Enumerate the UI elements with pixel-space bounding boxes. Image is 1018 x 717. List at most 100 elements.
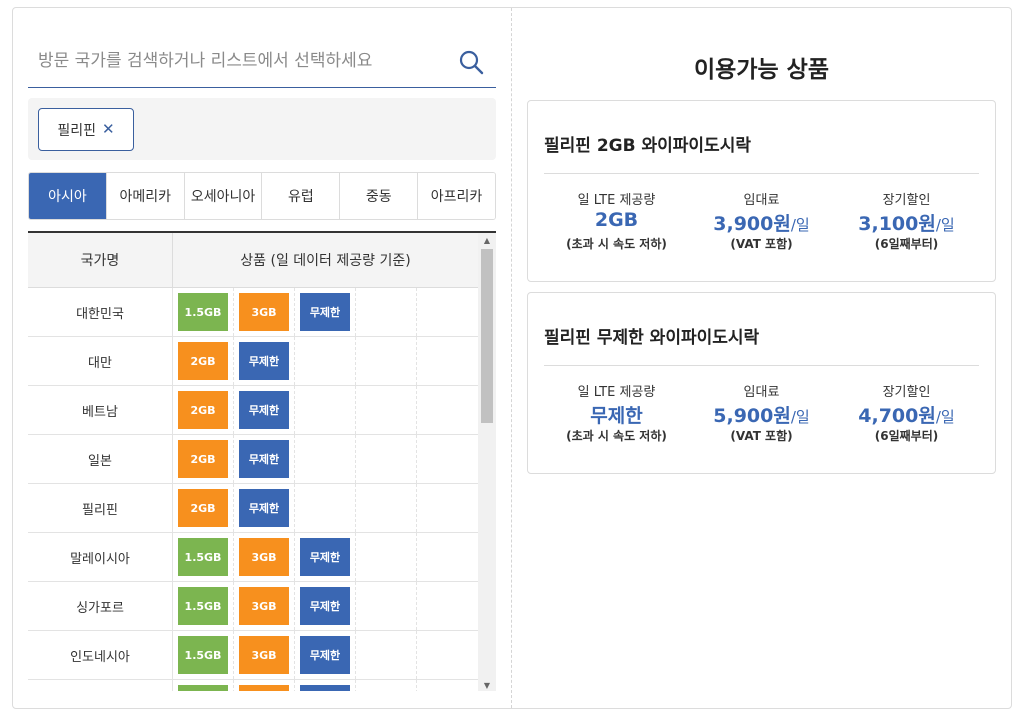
tab-middle-east[interactable]: 중동 (339, 173, 418, 219)
product-slot: 1.5GB (173, 631, 234, 679)
scroll-down-icon[interactable]: ▼ (478, 681, 496, 690)
tab-asia[interactable]: 아시아 (29, 173, 106, 219)
product-badge[interactable]: 2GB (178, 391, 228, 429)
selected-countries: 필리핀 ✕ (28, 98, 496, 160)
product-slot (295, 386, 356, 434)
product-name: 필리핀 2GB 와이파이도시락 (544, 136, 751, 156)
product-badge[interactable]: 무제한 (239, 342, 289, 380)
rent-label: 임대료 (743, 385, 780, 400)
long-term-discount: 장기할인 4,700원/일 (6일째부터) (834, 381, 979, 444)
tab-america[interactable]: 아메리카 (105, 173, 184, 219)
long-term-discount: 장기할인 3,100원/일 (6일째부터) (834, 189, 979, 252)
product-cells: 1.5GB 3GB 무제한 (173, 533, 478, 581)
product-slot: 1.5GB (173, 288, 234, 336)
product-badge[interactable]: 2GB (178, 342, 228, 380)
tab-europe[interactable]: 유럽 (261, 173, 340, 219)
product-slot: 3GB (234, 288, 295, 336)
product-badge[interactable]: 1.5GB (178, 538, 228, 576)
product-badge[interactable] (300, 685, 350, 691)
table-scrollbar[interactable]: ▲ ▼ (478, 233, 496, 691)
product-badge[interactable]: 무제한 (300, 293, 350, 331)
tab-africa[interactable]: 아프리카 (417, 173, 495, 219)
search-input[interactable] (28, 40, 448, 82)
product-badge[interactable]: 2GB (178, 489, 228, 527)
product-badge[interactable]: 3GB (239, 587, 289, 625)
close-icon[interactable]: ✕ (102, 122, 115, 137)
product-slot: 무제한 (295, 288, 356, 336)
country-name[interactable] (28, 680, 173, 691)
product-badge[interactable]: 3GB (239, 293, 289, 331)
product-badge[interactable]: 무제한 (239, 391, 289, 429)
data-value: 2GB (594, 209, 639, 231)
product-badge[interactable]: 무제한 (239, 489, 289, 527)
data-note: (초과 시 속도 저하) (566, 237, 667, 251)
country-name[interactable]: 대만 (28, 337, 173, 385)
product-slot: 무제한 (234, 337, 295, 385)
country-name[interactable]: 필리핀 (28, 484, 173, 532)
table-row[interactable]: 싱가포르 1.5GB 3GB 무제한 (28, 582, 478, 631)
region-tabs: 아시아 아메리카 오세아니아 유럽 중동 아프리카 (28, 172, 496, 220)
product-badge[interactable]: 3GB (239, 636, 289, 674)
product-cells (173, 680, 478, 691)
product-cells: 1.5GB 3GB 무제한 (173, 582, 478, 630)
product-badge[interactable]: 1.5GB (178, 636, 228, 674)
rent-value: 3,900원 (713, 213, 791, 235)
product-slot (356, 582, 417, 630)
scroll-up-icon[interactable]: ▲ (478, 236, 496, 245)
product-slot: 무제한 (234, 386, 295, 434)
table-row[interactable] (28, 680, 478, 691)
product-cells: 1.5GB 3GB 무제한 (173, 288, 478, 336)
table-row[interactable]: 대한민국 1.5GB 3GB 무제한 (28, 288, 478, 337)
table-row[interactable]: 필리핀 2GB 무제한 (28, 484, 478, 533)
country-name[interactable]: 인도네시아 (28, 631, 173, 679)
discount-value: 3,100원 (858, 213, 936, 235)
scroll-thumb[interactable] (481, 249, 493, 423)
product-badge[interactable]: 1.5GB (178, 587, 228, 625)
rent-unit: /일 (790, 216, 810, 234)
product-card[interactable]: 필리핀 무제한 와이파이도시락 일 LTE 제공량 무제한 (초과 시 속도 저… (527, 292, 996, 474)
product-badge[interactable]: 2GB (178, 440, 228, 478)
data-note: (초과 시 속도 저하) (566, 429, 667, 443)
product-slot: 3GB (234, 631, 295, 679)
country-name[interactable]: 일본 (28, 435, 173, 483)
product-badge[interactable]: 무제한 (300, 587, 350, 625)
product-badge[interactable]: 무제한 (300, 538, 350, 576)
product-slot: 무제한 (295, 582, 356, 630)
country-name[interactable]: 베트남 (28, 386, 173, 434)
product-slot: 무제한 (295, 631, 356, 679)
tab-oceania[interactable]: 오세아니아 (183, 173, 262, 219)
search-icon[interactable] (458, 49, 484, 75)
product-cells: 2GB 무제한 (173, 386, 478, 434)
header-product: 상품 (일 데이터 제공량 기준) (240, 253, 411, 269)
product-slot (234, 680, 295, 691)
product-cells: 2GB 무제한 (173, 435, 478, 483)
product-slot: 무제한 (234, 435, 295, 483)
product-slot (356, 386, 417, 434)
product-badge[interactable] (239, 685, 289, 691)
product-card[interactable]: 필리핀 2GB 와이파이도시락 일 LTE 제공량 2GB (초과 시 속도 저… (527, 100, 996, 282)
tag-label: 필리핀 (57, 122, 97, 139)
product-badge[interactable]: 무제한 (239, 440, 289, 478)
product-badge[interactable]: 1.5GB (178, 293, 228, 331)
product-slot (356, 484, 417, 532)
table-row[interactable]: 대만 2GB 무제한 (28, 337, 478, 386)
country-name[interactable]: 싱가포르 (28, 582, 173, 630)
table-row[interactable]: 말레이시아 1.5GB 3GB 무제한 (28, 533, 478, 582)
table-row[interactable]: 베트남 2GB 무제한 (28, 386, 478, 435)
country-name[interactable]: 대한민국 (28, 288, 173, 336)
discount-label: 장기할인 (882, 193, 931, 208)
rent-note: (VAT 포함) (730, 237, 793, 251)
product-slot: 1.5GB (173, 533, 234, 581)
table-row[interactable]: 일본 2GB 무제한 (28, 435, 478, 484)
table-row[interactable]: 인도네시아 1.5GB 3GB 무제한 (28, 631, 478, 680)
product-badge[interactable]: 무제한 (300, 636, 350, 674)
product-badge[interactable]: 3GB (239, 538, 289, 576)
country-name[interactable]: 말레이시아 (28, 533, 173, 581)
selected-country-tag[interactable]: 필리핀 ✕ (38, 108, 134, 151)
country-search (28, 40, 496, 88)
product-badge[interactable] (178, 685, 228, 691)
product-slot: 3GB (234, 533, 295, 581)
header-country: 국가명 (28, 233, 173, 287)
data-value: 무제한 (590, 405, 643, 427)
product-cells: 2GB 무제한 (173, 337, 478, 385)
